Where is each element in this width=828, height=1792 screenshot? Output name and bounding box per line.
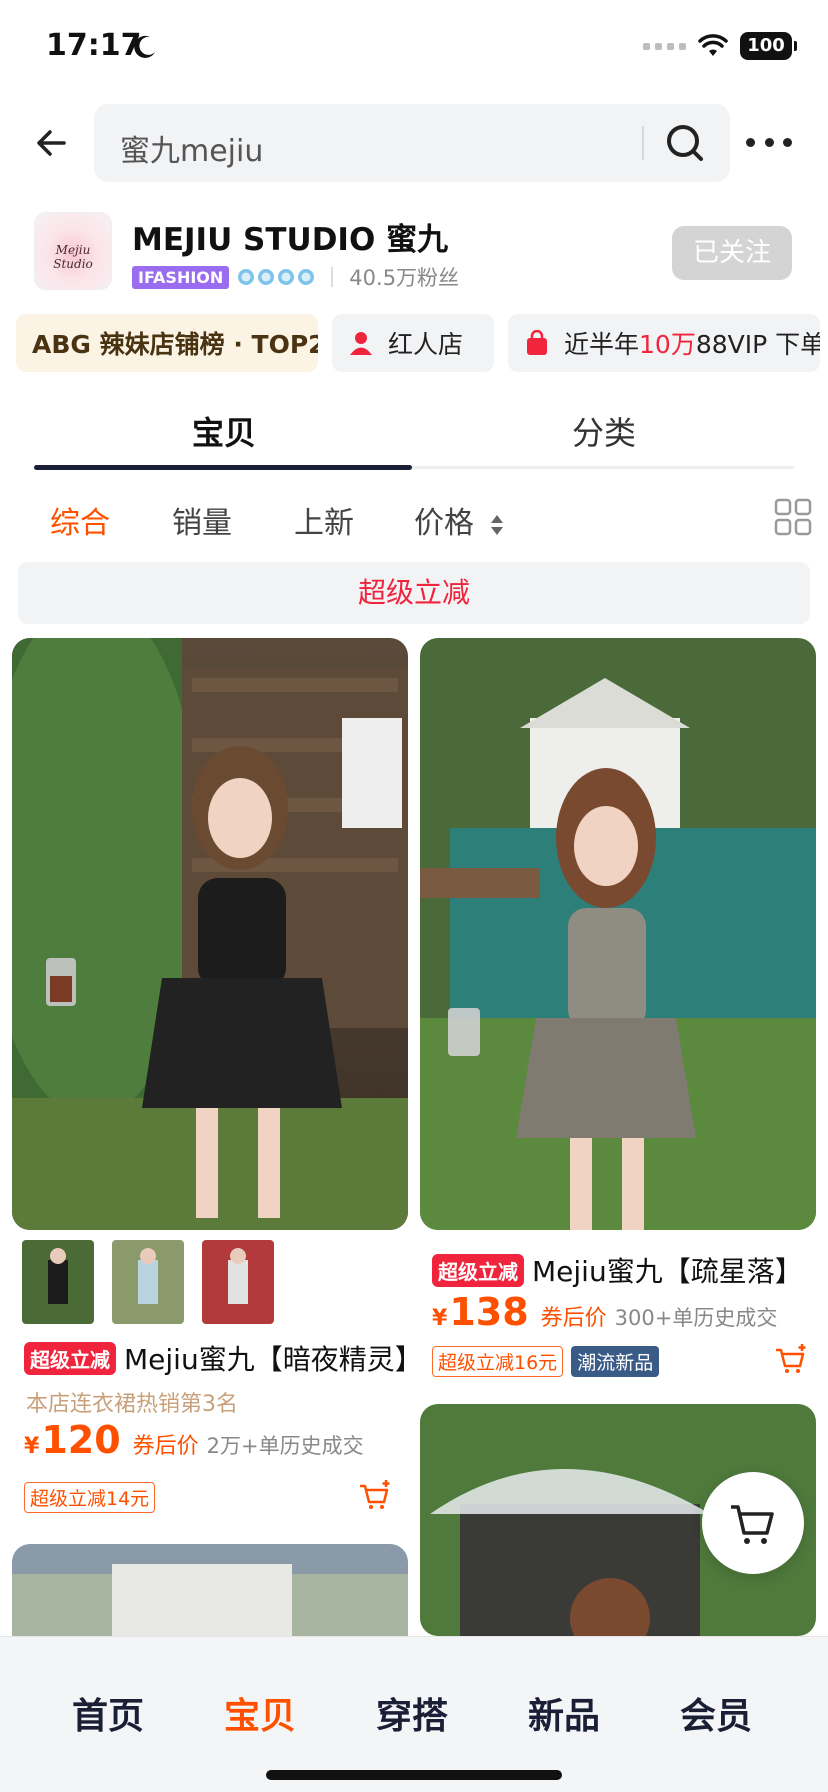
floating-cart-button[interactable] [702,1472,804,1574]
product-title-line: 超级立减 Mejiu蜜九【疏星落】 [432,1250,812,1290]
sold-count: 300+单历史成交 [614,1306,778,1330]
nav-membership[interactable]: 会员 [656,1687,776,1739]
vip-suffix: 88VIP 下单 [695,330,820,359]
influencer-shop-label: 红人店 [388,330,464,359]
status-indicators: 100 [643,32,797,60]
shop-meta: IFASHION 40.5万粉丝 [132,262,459,292]
nav-new-arrivals[interactable]: 新品 [504,1687,624,1739]
ifashion-badge: IFASHION [132,265,230,289]
tab-products[interactable]: 宝贝 [34,408,414,454]
after-coupon-label: 券后价 [540,1306,607,1331]
back-arrow-icon[interactable] [30,120,76,166]
product-title: Mejiu蜜九【疏星落】 [532,1255,803,1288]
sold-count: 2万+单历史成交 [206,1434,364,1458]
after-coupon-label: 券后价 [132,1434,199,1459]
follow-button[interactable]: 已关注 [672,226,792,280]
person-icon [350,332,372,355]
tab-categories[interactable]: 分类 [414,408,794,454]
coupon-chips: 超级立减16元 潮流新品 [432,1346,660,1377]
grid-view-icon[interactable] [774,498,812,536]
currency-symbol: ¥ [24,1434,40,1459]
ranking-tag-label: ABG 辣妹店铺榜 · TOP2 [32,330,318,359]
coupon-chips: 超级立减14元 [24,1482,156,1513]
shop-tags-row: ABG 辣妹店铺榜 · TOP2 红人店 近半年 10万 88VIP 下单 [0,314,828,372]
crown-icon [278,269,295,285]
search-row: 蜜九mejiu [0,102,828,182]
sort-arrows-icon [490,514,503,535]
shop-name[interactable]: MEJIU STUDIO 蜜九 [132,214,448,259]
moon-icon [134,35,155,58]
sort-sales[interactable]: 销量 [172,498,232,542]
sort-price[interactable]: 价格 [414,498,504,542]
sort-price-label: 价格 [414,506,474,541]
product-card[interactable]: 超级立减 Mejiu蜜九【疏星落】 ¥ 138 券后价 300+单历史成交 超级… [420,638,816,1378]
main-tabs: 宝贝 分类 [34,402,794,472]
price-line: ¥ 138 券后价 300+单历史成交 [432,1290,777,1334]
add-to-cart-icon[interactable] [774,1342,808,1376]
thumbnail[interactable] [202,1240,274,1324]
battery-icon: 100 [740,32,797,60]
more-options-icon[interactable] [746,122,792,162]
price: 138 [449,1290,529,1334]
new-arrival-chip: 潮流新品 [571,1346,660,1377]
currency-symbol: ¥ [432,1306,448,1331]
thumbnail[interactable] [22,1240,94,1324]
crown-icon [238,269,255,285]
vip-highlight: 10万 [639,330,696,359]
search-icon[interactable] [660,118,710,168]
vip-prefix: 近半年 [564,330,640,359]
search-query: 蜜九mejiu [120,134,264,169]
coupon-chip: 超级立减14元 [24,1482,156,1513]
shop-logo-text: Mejiu Studio [53,243,93,271]
thumbnail-strip [22,1240,274,1324]
super-discount-chip: 超级立减 [24,1341,116,1375]
search-input[interactable]: 蜜九mejiu [94,104,730,182]
cart-icon [731,1505,774,1544]
crown-icon [298,269,315,285]
vip-orders-tag[interactable]: 近半年 10万 88VIP 下单 [508,314,820,372]
tab-underline-active [34,465,412,470]
nav-outfits[interactable]: 穿搭 [352,1687,472,1739]
sales-rank: 本店连衣裙热销第3名 [26,1392,238,1417]
influencer-shop-tag[interactable]: 红人店 [332,314,494,372]
status-bar: 17:17 100 [0,0,828,96]
search-divider [642,126,644,160]
meta-divider [331,267,334,287]
shopping-bag-icon [527,330,547,355]
price-line: ¥ 120 券后价 2万+单历史成交 [24,1418,364,1462]
product-image[interactable] [420,638,816,1230]
shop-header: Mejiu Studio MEJIU STUDIO 蜜九 IFASHION 40… [0,208,828,294]
cellular-signal-icon [643,42,686,50]
shop-logo[interactable]: Mejiu Studio [34,212,112,290]
shop-rating-crowns [237,267,315,287]
product-card[interactable]: 超级立减 Mejiu蜜九【暗夜精灵】 本店连衣裙热销第3名 ¥ 120 券后价 … [12,638,408,1518]
sort-newest[interactable]: 上新 [294,498,354,542]
status-time: 17:17 [46,28,142,63]
home-indicator [266,1770,562,1780]
super-discount-chip: 超级立减 [432,1253,524,1287]
promo-banner[interactable]: 超级立减 [18,562,810,624]
thumbnail[interactable] [112,1240,184,1324]
product-title: Mejiu蜜九【暗夜精灵】 [124,1343,404,1376]
product-image[interactable] [12,1544,408,1636]
price: 120 [41,1418,121,1462]
sort-comprehensive[interactable]: 综合 [50,498,110,542]
ranking-tag[interactable]: ABG 辣妹店铺榜 · TOP2 [16,314,318,372]
product-title-line: 超级立减 Mejiu蜜九【暗夜精灵】 [24,1338,404,1378]
product-image[interactable] [12,638,408,1230]
fans-count: 40.5万粉丝 [349,266,460,290]
coupon-chip: 超级立减16元 [432,1346,564,1377]
nav-products[interactable]: 宝贝 [200,1687,320,1739]
bottom-nav: 首页 宝贝 穿搭 新品 会员 [0,1636,828,1792]
wifi-icon [698,34,728,56]
add-to-cart-icon[interactable] [358,1478,392,1512]
nav-home[interactable]: 首页 [48,1687,168,1739]
crown-icon [258,269,275,285]
